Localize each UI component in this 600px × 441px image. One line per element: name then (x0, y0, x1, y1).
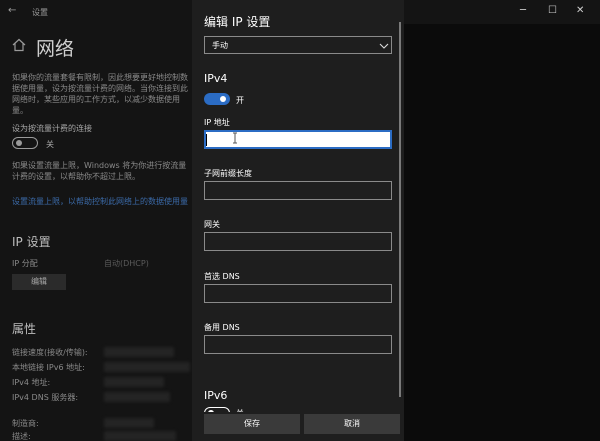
ip-mode-value: 手动 (212, 41, 228, 50)
home-icon (12, 38, 26, 52)
ipv4-toggle-label: 开 (236, 96, 244, 105)
text-cursor-icon (233, 132, 237, 144)
data-limit-text: 如果设置流量上限，Windows 将为你进行按流量计费的设置，以帮助你不超过上限… (12, 161, 187, 181)
prop-manufacturer-label: 制造商: (12, 419, 39, 428)
metered-intro-text: 如果你的流量套餐有限制，因此想要更好地控制数据使用量，设为按流量计费的网络。当你… (12, 73, 188, 115)
ip-assignment-value: 自动(DHCP) (104, 259, 149, 268)
metered-toggle[interactable] (12, 137, 38, 149)
redacted-value (104, 418, 154, 428)
page-title: 网络 (36, 38, 75, 60)
close-icon[interactable]: ✕ (576, 5, 584, 16)
subnet-prefix-label: 子网前缀长度 (204, 169, 252, 178)
dialog-scrollbar[interactable] (399, 22, 401, 397)
ipv4-heading: IPv4 (204, 72, 228, 85)
ip-mode-dropdown[interactable]: 手动 (204, 36, 392, 54)
data-limit-link[interactable]: 设置流量上限，以帮助控制此网络上的数据使用量 (12, 196, 188, 207)
redacted-value (104, 392, 170, 402)
alternate-dns-label: 备用 DNS (204, 323, 240, 332)
edit-button[interactable]: 编辑 (12, 274, 66, 290)
maximize-icon[interactable]: ☐ (548, 5, 557, 16)
ipv4-toggle[interactable] (204, 93, 230, 105)
window-title: 设置 (32, 8, 48, 17)
chevron-down-icon (379, 43, 389, 49)
prop-ipv6-label: 本地链接 IPv6 地址: (12, 363, 85, 372)
redacted-value (104, 362, 190, 372)
gateway-label: 网关 (204, 220, 220, 229)
empty-pane (404, 24, 600, 441)
gateway-input[interactable] (204, 232, 392, 251)
properties-heading: 属性 (12, 322, 37, 336)
ip-address-label: IP 地址 (204, 118, 230, 127)
redacted-value (104, 377, 164, 387)
ip-assignment-label: IP 分配 (12, 259, 38, 268)
metered-toggle-label: 关 (46, 140, 54, 149)
prop-ipv4-label: IPv4 地址: (12, 378, 51, 387)
subnet-prefix-input[interactable] (204, 181, 392, 200)
ip-settings-heading: IP 设置 (12, 235, 51, 249)
edit-ip-dialog: 编辑 IP 设置 手动 IPv4 开 IP 地址 子网前缀长度 网关 首选 DN… (192, 0, 404, 441)
back-arrow-icon[interactable]: ← (8, 5, 16, 16)
cancel-button[interactable]: 取消 (304, 414, 400, 434)
minimize-icon[interactable]: ─ (520, 5, 526, 16)
prop-description-label: 描述: (12, 432, 31, 441)
ipv6-heading: IPv6 (204, 389, 228, 402)
preferred-dns-label: 首选 DNS (204, 272, 240, 281)
alternate-dns-input[interactable] (204, 335, 392, 354)
redacted-value (104, 431, 176, 441)
redacted-value (104, 347, 174, 357)
save-button[interactable]: 保存 (204, 414, 300, 434)
prop-dns-label: IPv4 DNS 服务器: (12, 393, 79, 402)
preferred-dns-input[interactable] (204, 284, 392, 303)
prop-link-speed-label: 链接速度(接收/传输): (12, 348, 88, 357)
metered-connection-label: 设为按流量计费的连接 (12, 124, 92, 133)
text-caret (206, 134, 207, 146)
dialog-title: 编辑 IP 设置 (204, 15, 271, 29)
dialog-footer: 保存 取消 (192, 412, 404, 441)
